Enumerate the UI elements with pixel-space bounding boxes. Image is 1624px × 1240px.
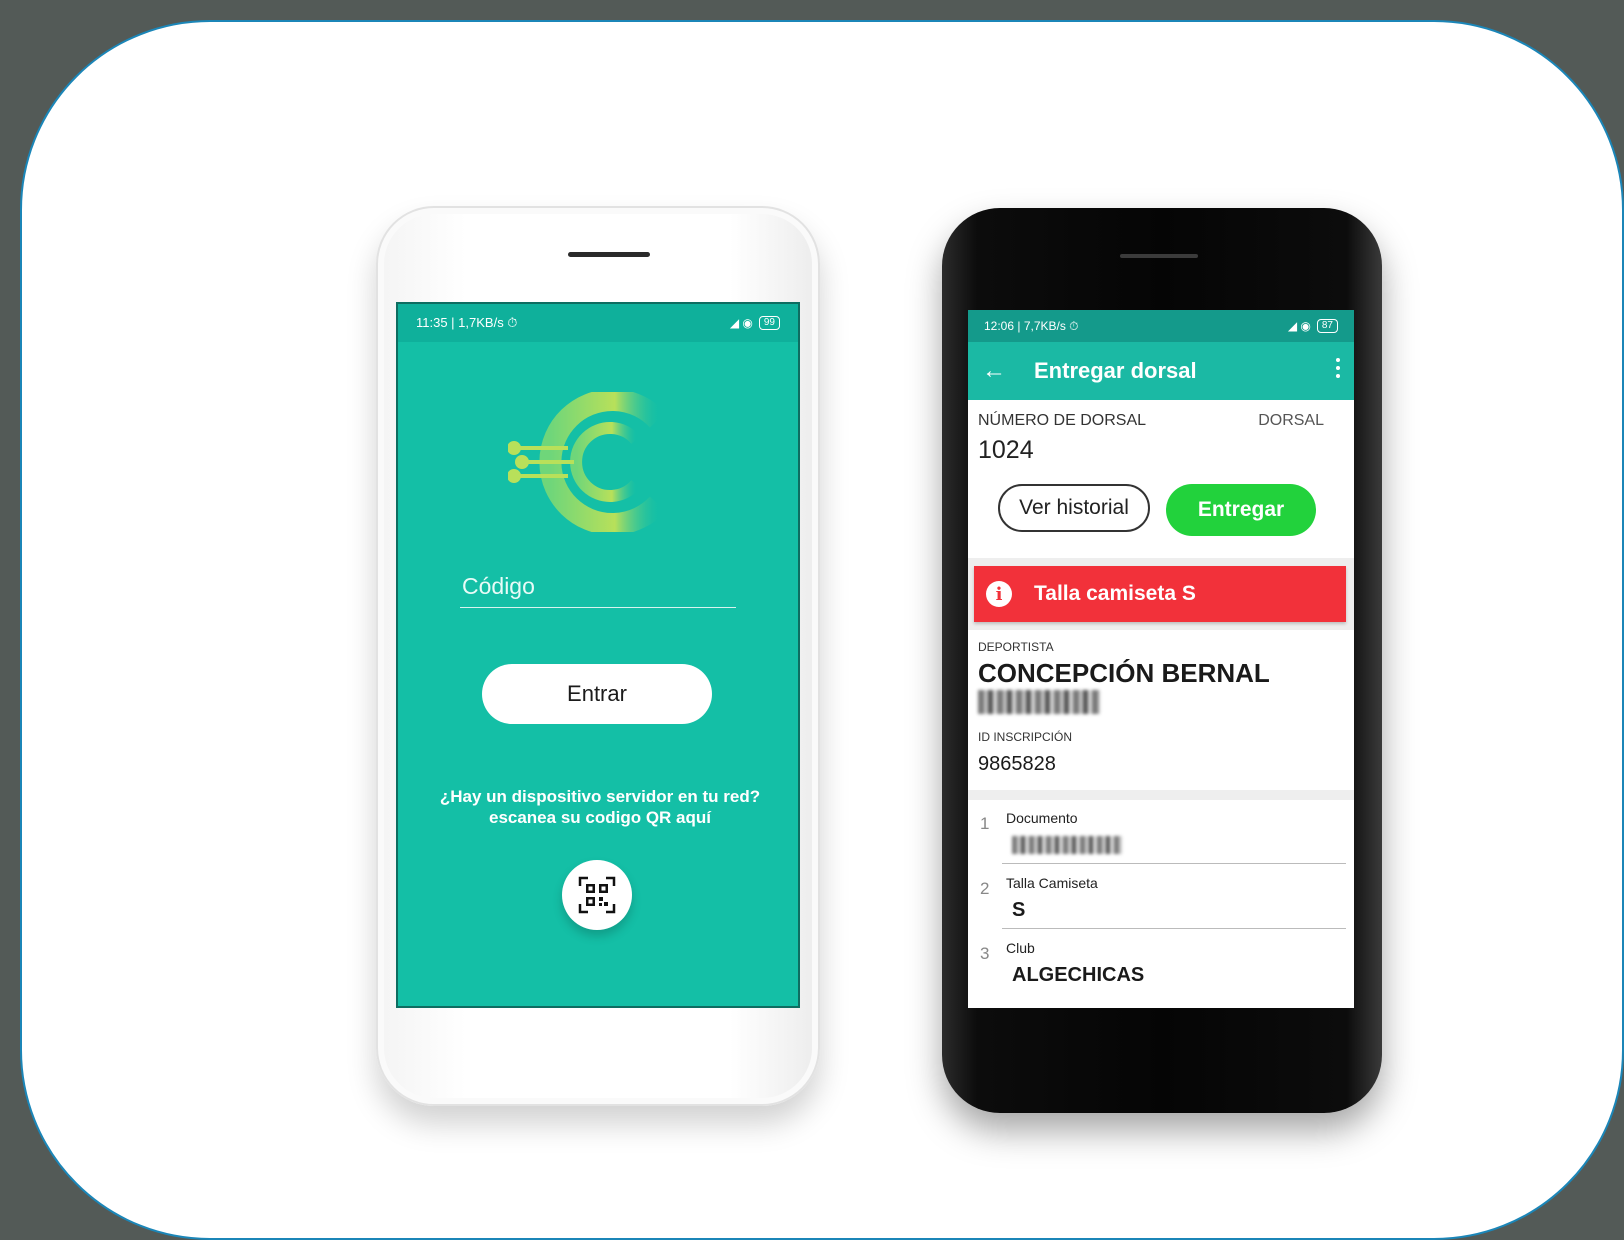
field-label: Documento bbox=[1006, 810, 1078, 826]
dorsal-number-label: NÚMERO DE DORSAL bbox=[978, 412, 1147, 429]
divider bbox=[1002, 863, 1346, 864]
battery-icon: 99 bbox=[758, 316, 780, 330]
scan-qr-button[interactable] bbox=[562, 860, 632, 930]
list-item: 1 Documento bbox=[968, 800, 1354, 864]
background-card: 11:35 | 1,7KB/s ⏱ ◢ ◉ 99 Código Entrar ¿… bbox=[20, 20, 1624, 1240]
qr-prompt: ¿Hay un dispositivo servidor en tu red? … bbox=[398, 786, 798, 828]
athlete-label: DEPORTISTA bbox=[978, 640, 1054, 654]
field-index: 3 bbox=[980, 944, 990, 963]
status-bar: 12:06 | 7,7KB/s ⏱ ◢ ◉ 87 bbox=[968, 310, 1354, 342]
athlete-name: CONCEPCIÓN BERNAL bbox=[978, 658, 1270, 688]
registration-id-value: 9865828 bbox=[978, 753, 1056, 775]
field-index: 1 bbox=[980, 814, 990, 833]
field-label: Club bbox=[1006, 940, 1035, 956]
qr-prompt-line2: escanea su codigo QR aquí bbox=[488, 808, 711, 827]
code-field-wrapper bbox=[460, 572, 740, 608]
info-icon: i bbox=[986, 581, 1012, 607]
phone-speaker bbox=[568, 252, 650, 257]
login-screen: 11:35 | 1,7KB/s ⏱ ◢ ◉ 99 Código Entrar ¿… bbox=[396, 302, 800, 1008]
signal-wifi-icon: ◢ ◉ bbox=[729, 316, 753, 330]
page-title: Entregar dorsal bbox=[1034, 358, 1197, 383]
phone-speaker bbox=[1120, 254, 1198, 258]
shirt-size-alert: i Talla camiseta S bbox=[974, 566, 1346, 622]
field-value: S bbox=[1012, 899, 1026, 921]
view-history-button[interactable]: Ver historial bbox=[998, 484, 1150, 532]
qr-code-icon bbox=[578, 876, 616, 914]
more-vertical-icon[interactable] bbox=[1336, 358, 1342, 378]
signal-wifi-icon: ◢ ◉ bbox=[1287, 319, 1311, 333]
alert-text: Talla camiseta S bbox=[1034, 582, 1196, 605]
status-time: 11:35 | 1,7KB/s ⏱ bbox=[416, 315, 518, 330]
athlete-card: DEPORTISTA CONCEPCIÓN BERNAL ID INSCRIPC… bbox=[968, 630, 1354, 790]
status-icons: ◢ ◉ 99 bbox=[730, 316, 780, 330]
dorsal-number-value: 1024 bbox=[978, 436, 1034, 464]
field-value: ALGECHICAS bbox=[1012, 964, 1145, 986]
divider bbox=[1002, 928, 1346, 929]
fields-list: 1 Documento 2 Talla Camiseta S 3 Club AL… bbox=[968, 800, 1354, 1008]
enter-button[interactable]: Entrar bbox=[482, 664, 712, 724]
arrow-left-icon[interactable]: ← bbox=[982, 357, 1022, 385]
code-input[interactable] bbox=[460, 572, 740, 601]
app-bar: ← Entregar dorsal bbox=[968, 342, 1354, 400]
tech-c-logo-icon bbox=[508, 392, 667, 532]
deliver-bib-screen: 12:06 | 7,7KB/s ⏱ ◢ ◉ 87 ← Entregar dors… bbox=[968, 310, 1354, 1008]
battery-icon: 87 bbox=[1316, 319, 1338, 333]
field-index: 2 bbox=[980, 879, 990, 898]
white-phone: 11:35 | 1,7KB/s ⏱ ◢ ◉ 99 Código Entrar ¿… bbox=[376, 206, 820, 1106]
status-bar: 11:35 | 1,7KB/s ⏱ ◢ ◉ 99 bbox=[398, 304, 798, 342]
blurred-document bbox=[1012, 836, 1122, 854]
list-item: 2 Talla Camiseta S bbox=[968, 865, 1354, 929]
list-item: 3 Club ALGECHICAS bbox=[968, 930, 1354, 994]
dorsal-section: NÚMERO DE DORSAL DORSAL 1024 Ver histori… bbox=[968, 400, 1354, 558]
qr-prompt-line1: ¿Hay un dispositivo servidor en tu red? bbox=[439, 787, 761, 806]
blurred-surname bbox=[978, 690, 1100, 714]
registration-id-label: ID INSCRIPCIÓN bbox=[978, 730, 1073, 744]
field-label: Talla Camiseta bbox=[1006, 875, 1098, 891]
status-icons: ◢ ◉ 87 bbox=[1288, 319, 1338, 333]
deliver-button[interactable]: Entregar bbox=[1166, 484, 1316, 536]
status-time: 12:06 | 7,7KB/s ⏱ bbox=[984, 318, 1079, 333]
dorsal-label: DORSAL bbox=[1258, 412, 1324, 429]
black-phone: 12:06 | 7,7KB/s ⏱ ◢ ◉ 87 ← Entregar dors… bbox=[942, 208, 1382, 1113]
